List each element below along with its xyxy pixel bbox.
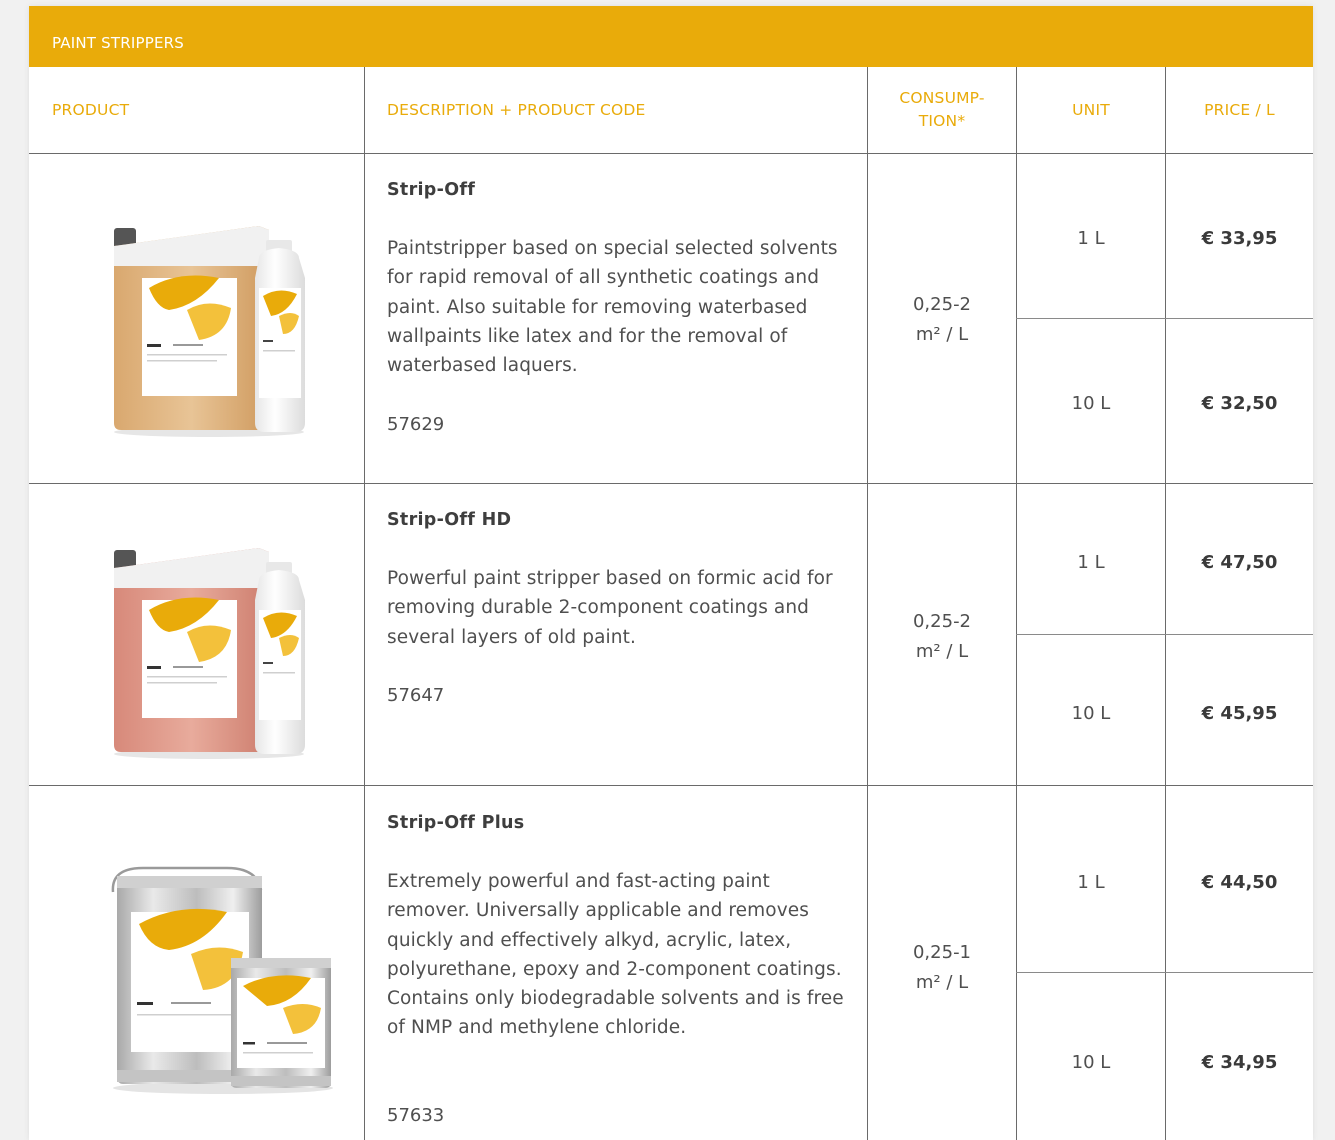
header-unit: UNIT	[1072, 100, 1110, 119]
unit-size: 10 L	[1071, 393, 1111, 414]
product-image-strip-off-hd	[109, 540, 309, 769]
product-description: Extremely powerful and fast-acting paint…	[387, 871, 844, 1039]
unit-size: 10 L	[1071, 703, 1111, 724]
option-divider	[1016, 318, 1313, 319]
section-banner: PAINT STRIPPERS	[29, 6, 1313, 67]
header-consumption-line1: CONSUMP-	[899, 89, 985, 107]
product-code: 57629	[387, 414, 445, 435]
price-value: € 33,95	[1201, 228, 1278, 249]
row-divider	[29, 483, 1313, 484]
header-consumption: CONSUMP- TION*	[868, 67, 1016, 153]
column-divider	[364, 67, 365, 1140]
option-divider	[1016, 634, 1313, 635]
price-value: € 32,50	[1201, 393, 1278, 414]
consumption-range: 0,25-2	[912, 611, 972, 632]
product-name: Strip-Off HD	[387, 510, 512, 530]
consumption-value: 0,25-2 m² / L	[868, 290, 1016, 350]
unit-size: 10 L	[1071, 1052, 1111, 1073]
consumption-value: 0,25-2 m² / L	[868, 607, 1016, 667]
consumption-unit: m² / L	[915, 972, 969, 993]
consumption-unit: m² / L	[915, 324, 969, 345]
price-value: € 34,95	[1201, 1052, 1278, 1073]
product-description: Paintstripper based on special selected …	[387, 238, 838, 377]
product-name: Strip-Off Plus	[387, 813, 525, 833]
product-description: Powerful paint stripper based on formic …	[387, 568, 833, 648]
header-divider	[29, 153, 1313, 154]
header-consumption-line2: TION*	[918, 112, 966, 130]
product-name: Strip-Off	[387, 180, 476, 200]
unit-size: 1 L	[1077, 552, 1105, 573]
option-divider	[1016, 972, 1313, 973]
unit-size: 1 L	[1077, 228, 1105, 249]
product-code: 57647	[387, 685, 445, 706]
price-value: € 45,95	[1201, 703, 1278, 724]
header-price: PRICE / L	[1204, 100, 1275, 119]
consumption-value: 0,25-1 m² / L	[868, 938, 1016, 998]
consumption-range: 0,25-2	[912, 294, 972, 315]
section-title: PAINT STRIPPERS	[52, 34, 184, 52]
row-divider	[29, 785, 1313, 786]
price-table-card: PAINT STRIPPERS PRODUCT DESCRIPTION + PR…	[29, 6, 1313, 1140]
product-image-strip-off-plus	[107, 862, 339, 1102]
product-image-strip-off	[109, 218, 309, 447]
consumption-unit: m² / L	[915, 641, 969, 662]
consumption-range: 0,25-1	[912, 942, 972, 963]
product-code: 57633	[387, 1105, 445, 1126]
header-description: DESCRIPTION + PRODUCT CODE	[387, 101, 646, 119]
price-value: € 44,50	[1201, 872, 1278, 893]
header-product: PRODUCT	[52, 101, 130, 119]
price-value: € 47,50	[1201, 552, 1278, 573]
unit-size: 1 L	[1077, 872, 1105, 893]
